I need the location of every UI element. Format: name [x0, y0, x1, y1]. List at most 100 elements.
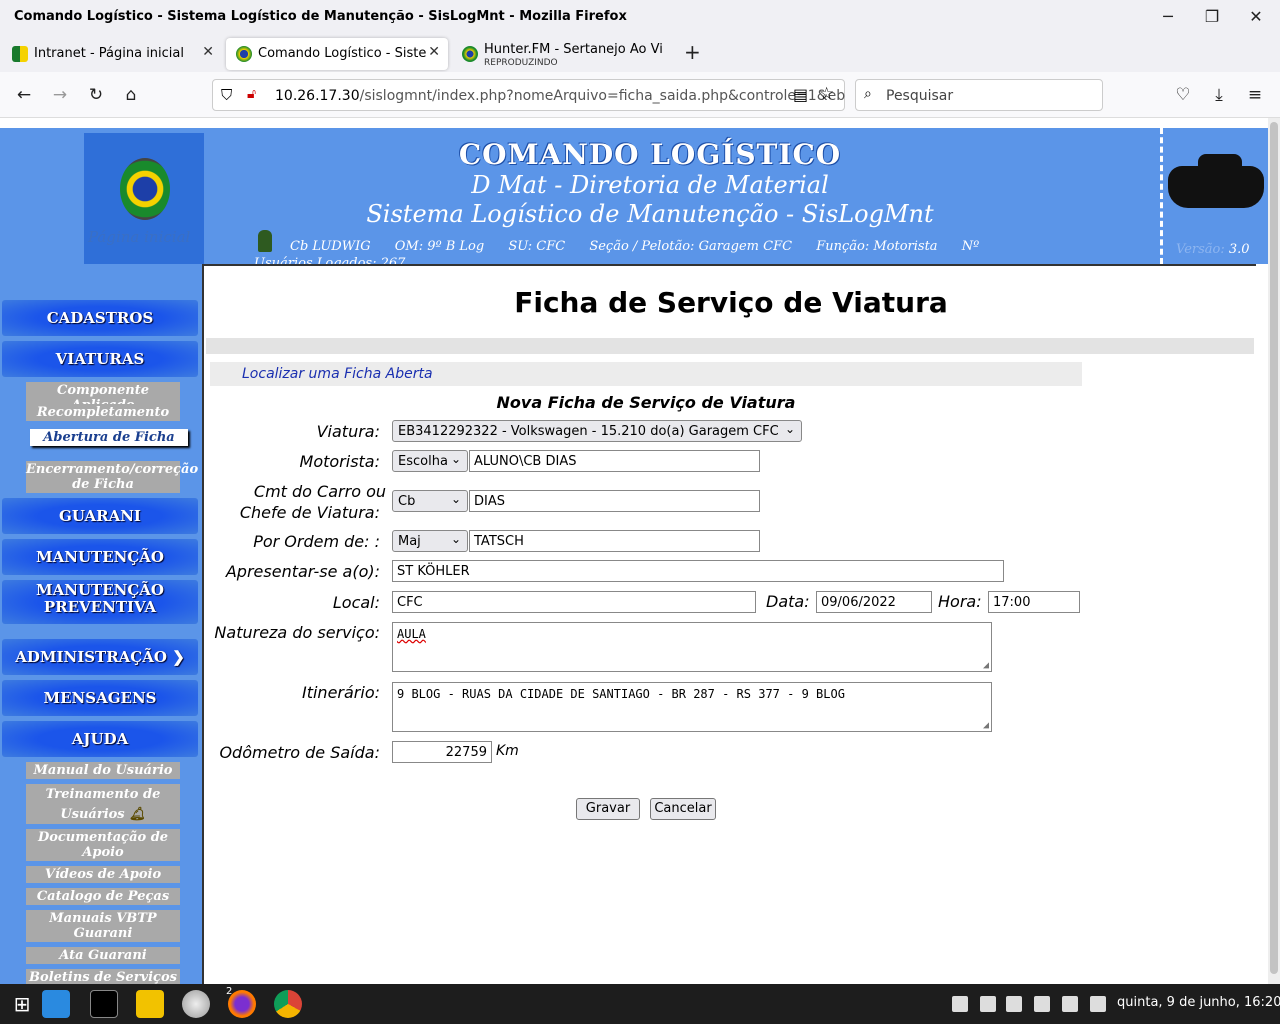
network-icon[interactable]: [1062, 996, 1078, 1012]
firefox-window-count: 2: [226, 986, 233, 997]
clock[interactable]: quinta, 9 de junho, 16:20: [1117, 995, 1280, 1010]
menu-cadastros[interactable]: CADASTROS: [2, 300, 198, 336]
new-tab-button[interactable]: +: [684, 40, 701, 64]
divider: [1160, 128, 1163, 264]
cmt-name-input[interactable]: DIAS: [469, 490, 760, 512]
menu-mensagens[interactable]: MENSAGENS: [2, 680, 198, 716]
viatura-selected-value: EB3412292322 - Volkswagen - 15.210 do(a)…: [398, 424, 779, 439]
terminal-icon[interactable]: [90, 990, 118, 1018]
submenu-ata-guarani[interactable]: Ata Guarani: [26, 947, 180, 964]
close-tab-icon[interactable]: ✕: [202, 44, 214, 60]
forward-icon[interactable]: →: [49, 84, 71, 106]
submenu-encerramento-ficha[interactable]: Encerramento/correção de Ficha: [26, 461, 198, 493]
submenu-documentacao[interactable]: Documentação de Apoio: [26, 829, 180, 861]
desktop-icon[interactable]: [42, 990, 70, 1018]
apresentar-label: Apresentar-se a(o):: [225, 562, 380, 581]
submenu-recompletamento[interactable]: Recompletamento: [26, 404, 180, 421]
keyboard-icon[interactable]: [952, 996, 968, 1012]
submenu-treinamento[interactable]: Treinamento de Usuários 🔔︎: [26, 784, 180, 824]
submenu-boletins[interactable]: Boletins de Serviços: [26, 969, 180, 984]
localizar-ficha-link[interactable]: Localizar uma Ficha Aberta: [242, 366, 433, 382]
tab-comando-logistico[interactable]: Comando Logístico - Sistem ✕: [226, 38, 448, 70]
hora-label: Hora:: [938, 592, 982, 611]
motorista-rank-select[interactable]: Escolha ⌄: [392, 450, 468, 472]
submenu-videos[interactable]: Vídeos de Apoio: [26, 866, 180, 883]
reader-view-icon[interactable]: ▤: [793, 85, 808, 104]
cmt-rank-select[interactable]: Cb ⌄: [392, 490, 468, 512]
volume-icon[interactable]: [1090, 996, 1106, 1012]
local-label: Local:: [332, 593, 380, 612]
search-input[interactable]: ⌕ Pesquisar: [855, 79, 1103, 111]
menu-guarani[interactable]: GUARANI: [2, 498, 198, 534]
pocket-icon[interactable]: ♡: [1172, 84, 1194, 106]
url-bar[interactable]: ⛉ 🔓︎ 10.26.17.30/sislogmnt/index.php?nom…: [212, 79, 845, 111]
search-icon: ⌕: [864, 86, 872, 102]
ordem-rank-select[interactable]: Maj ⌄: [392, 530, 468, 552]
tab-label: Comando Logístico - Sistem: [258, 46, 426, 61]
file-manager-icon[interactable]: [136, 990, 164, 1018]
home-link[interactable]: Página inicial: [88, 228, 190, 246]
menu-administracao-label: ADMINISTRAÇÃO: [15, 648, 167, 666]
viatura-select[interactable]: EB3412292322 - Volkswagen - 15.210 do(a)…: [392, 420, 802, 442]
data-input[interactable]: 09/06/2022: [816, 591, 932, 613]
start-menu-icon[interactable]: ⊞: [8, 990, 36, 1018]
header-banner: Página inicial COMANDO LOGÍSTICO D Mat -…: [0, 128, 1268, 293]
header-title: COMANDO LOGÍSTICO: [458, 138, 842, 171]
tray-app-icon[interactable]: [980, 996, 996, 1012]
printer-icon[interactable]: [1006, 996, 1022, 1012]
back-icon[interactable]: ←: [13, 84, 35, 106]
minimize-button[interactable]: ─: [1154, 6, 1182, 28]
cancelar-button[interactable]: Cancelar: [650, 798, 716, 820]
separator-band: [206, 338, 1254, 354]
viatura-label: Viatura:: [316, 422, 380, 441]
submenu-manual-usuario[interactable]: Manual do Usuário: [26, 762, 180, 779]
taskbar: ⊞ 2 quinta, 9 de junho, 16:20: [0, 984, 1280, 1024]
natureza-text: AULA: [397, 627, 426, 641]
maximize-button[interactable]: ❐: [1198, 6, 1226, 28]
user-secao: Seção / Pelotão: Garagem CFC: [589, 239, 793, 254]
motorista-rank-value: Escolha: [398, 454, 448, 469]
tab-intranet[interactable]: Intranet - Página inicial ✕: [2, 38, 222, 70]
close-tab-icon[interactable]: ✕: [428, 44, 440, 60]
menu-manutencao-preventiva[interactable]: MANUTENÇÃO PREVENTIVA: [2, 580, 198, 624]
ordem-name-input[interactable]: TATSCH: [469, 530, 760, 552]
chevron-down-icon: ⌄: [784, 422, 795, 436]
resize-grip-icon[interactable]: ◢: [983, 660, 989, 671]
download-icon[interactable]: ⤓: [1208, 84, 1230, 106]
home-icon[interactable]: ⌂: [120, 84, 142, 106]
odometro-input[interactable]: 22759: [392, 741, 492, 763]
submenu-manuais-vbtp[interactable]: Manuais VBTP Guarani: [26, 910, 180, 942]
itinerario-textarea[interactable]: 9 BLOG - RUAS DA CIDADE DE SANTIAGO - BR…: [392, 682, 992, 732]
menu-ajuda[interactable]: AJUDA: [2, 721, 198, 757]
menu-viaturas[interactable]: VIATURAS: [2, 341, 198, 377]
scrollbar-thumb[interactable]: [1270, 122, 1278, 974]
natureza-textarea[interactable]: AULA ◢: [392, 622, 992, 672]
locate-bar: Localizar uma Ficha Aberta: [210, 362, 1082, 386]
submenu-catalogo-pecas[interactable]: Catalogo de Peças: [26, 888, 180, 905]
local-input[interactable]: CFC: [392, 591, 756, 613]
gravar-button[interactable]: Gravar: [576, 798, 640, 820]
menu-administracao[interactable]: ADMINISTRAÇÃO ❯: [2, 639, 198, 675]
drive-icon[interactable]: [1034, 996, 1050, 1012]
page-title: Ficha de Serviço de Viatura: [514, 286, 948, 319]
chrome-icon[interactable]: [274, 990, 302, 1018]
page-scrollbar[interactable]: [1268, 118, 1280, 984]
close-window-button[interactable]: ✕: [1242, 6, 1270, 28]
reload-icon[interactable]: ↻: [85, 84, 107, 106]
user-info: Cb LUDWIG OM: 9º B Log SU: CFC Seção / P…: [290, 239, 999, 254]
hora-input[interactable]: 17:00: [988, 591, 1080, 613]
cmt-label-line1: Cmt do Carro ou: [253, 482, 386, 501]
apresentar-input[interactable]: ST KÖHLER: [392, 560, 1004, 582]
menu-manutencao[interactable]: MANUTENÇÃO: [2, 539, 198, 575]
disk-icon[interactable]: [182, 990, 210, 1018]
submenu-abertura-de-ficha[interactable]: Abertura de Ficha: [30, 429, 188, 446]
tab-hunter-fm[interactable]: Hunter.FM - Sertanejo Ao Vi REPRODUZINDO: [452, 38, 678, 70]
insecure-lock-icon: 🔓︎: [247, 86, 257, 102]
user-numero: Nº: [961, 239, 980, 254]
menu-icon[interactable]: ≡: [1244, 84, 1266, 106]
bookmark-star-icon[interactable]: ☆: [819, 84, 834, 104]
tab-playing-status: REPRODUZINDO: [484, 58, 558, 68]
motorista-name-input[interactable]: ALUNO\CB DIAS: [469, 450, 760, 472]
resize-grip-icon[interactable]: ◢: [983, 720, 989, 731]
user-su: SU: CFC: [508, 239, 566, 254]
